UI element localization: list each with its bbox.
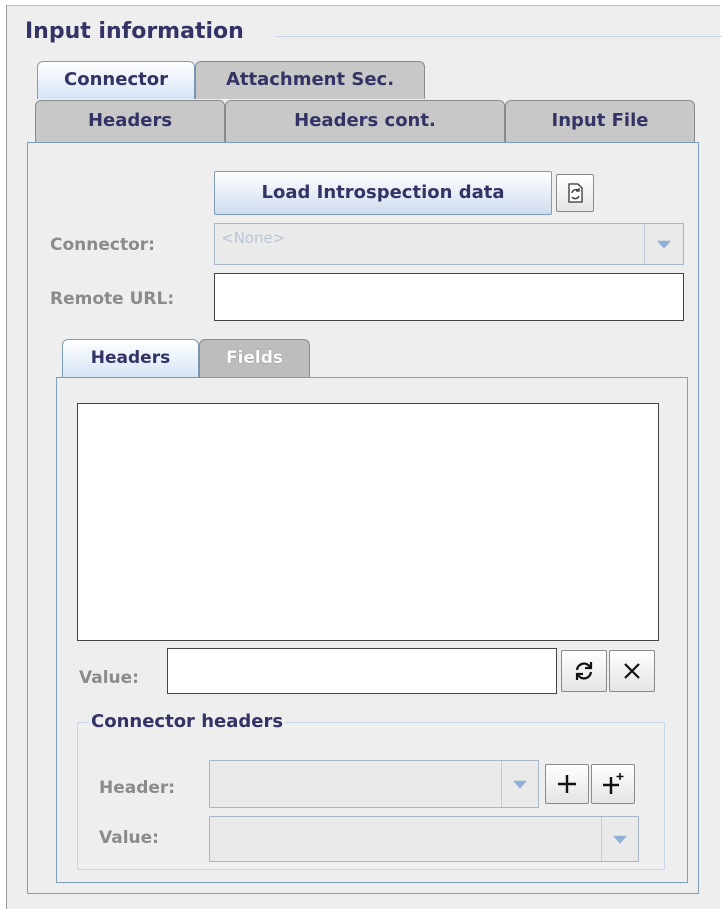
refresh-document-icon[interactable]: [556, 174, 594, 212]
remote-url-label: Remote URL:: [50, 289, 175, 309]
plus-star-glyph: [603, 773, 624, 794]
plus-star-icon[interactable]: [591, 764, 635, 804]
headers-list[interactable]: [77, 403, 659, 641]
plus-glyph: [558, 775, 576, 793]
inner-tab-fields[interactable]: Fields: [199, 339, 310, 377]
remote-url-input[interactable]: [214, 273, 684, 321]
connector-value-select[interactable]: [209, 816, 639, 862]
connector-panel: Load Introspection data Connector: <None…: [27, 142, 699, 894]
connector-value-label: Value:: [99, 828, 159, 848]
tab-input-file[interactable]: Input File: [505, 100, 695, 142]
headers-panel: Value: Connector headers Header: Value:: [56, 377, 688, 883]
tab-attachment-sec[interactable]: Attachment Sec.: [195, 61, 425, 99]
connector-select[interactable]: <None>: [214, 223, 684, 265]
header-label: Header:: [99, 778, 176, 798]
connector-label: Connector:: [50, 235, 155, 255]
inner-tab-headers[interactable]: Headers: [62, 339, 199, 377]
load-introspection-button[interactable]: Load Introspection data: [214, 171, 552, 215]
plus-icon[interactable]: [545, 764, 589, 804]
refresh-arrows-glyph: [575, 662, 593, 680]
chevron-down-icon[interactable]: [644, 224, 683, 264]
input-information-window: Input information Connector Attachment S…: [6, 5, 722, 909]
close-glyph: [624, 663, 640, 679]
chevron-down-icon[interactable]: [501, 761, 538, 807]
connector-headers-title: Connector headers: [89, 711, 286, 732]
section-title-divider: [275, 36, 722, 37]
connector-selected-value: <None>: [221, 229, 286, 247]
tab-connector[interactable]: Connector: [37, 61, 195, 99]
tab-headers[interactable]: Headers: [35, 100, 225, 142]
value-label: Value:: [79, 668, 139, 688]
section-title: Input information: [25, 19, 244, 44]
refresh-document-glyph: [568, 183, 583, 203]
chevron-down-icon[interactable]: [601, 817, 638, 861]
close-icon[interactable]: [609, 650, 655, 692]
refresh-arrows-icon[interactable]: [561, 650, 607, 692]
header-select[interactable]: [209, 760, 539, 808]
value-input[interactable]: [167, 648, 557, 694]
tab-headers-cont[interactable]: Headers cont.: [225, 100, 505, 142]
